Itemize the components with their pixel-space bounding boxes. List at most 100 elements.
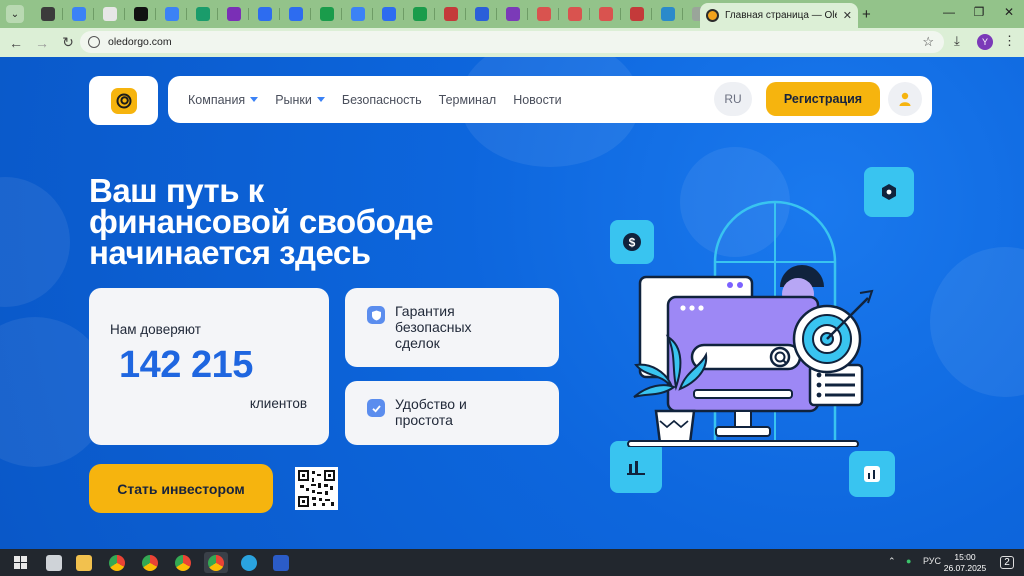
new-tab-button[interactable]: +	[862, 6, 871, 23]
forward-button[interactable]: →	[32, 35, 52, 51]
browser-tab[interactable]	[404, 0, 435, 28]
telegram-button[interactable]	[237, 552, 261, 573]
tab-favicon-icon	[598, 7, 613, 21]
tab-favicon-icon	[443, 7, 458, 21]
tab-favicon-icon	[71, 7, 86, 21]
caret-down-icon	[250, 97, 259, 102]
feature-text-line: простота	[395, 412, 453, 428]
feature-text-line: Удобство и	[395, 396, 467, 412]
file-explorer-button[interactable]	[72, 552, 96, 573]
back-button[interactable]: ←	[6, 35, 26, 51]
bookmark-star-icon[interactable]: ☆	[922, 34, 934, 50]
web-page: Компания Рынки Безопасность Терминал Нов…	[0, 57, 1024, 549]
hero-illustration	[627, 200, 874, 447]
tray-chevron-icon[interactable]: ⌃	[888, 556, 896, 567]
site-logo[interactable]	[89, 76, 158, 125]
tab-favicon-icon	[474, 7, 489, 21]
browser-tab[interactable]	[125, 0, 156, 28]
active-tab[interactable]: Главная страница — Oledorgo ✕	[700, 3, 858, 28]
tab-favicon-icon	[319, 7, 334, 21]
close-window-button[interactable]: ✕	[1000, 5, 1018, 19]
pinned-tabs	[32, 0, 714, 28]
reload-button[interactable]: ↻	[58, 34, 78, 51]
nav-markets[interactable]: Рынки	[275, 93, 325, 107]
tab-favicon-icon	[257, 7, 272, 21]
tray-app-icon[interactable]: ●	[906, 556, 911, 566]
tab-favicon-icon	[629, 7, 644, 21]
chevron-down-icon: ⌄	[10, 8, 20, 20]
hero-title: Ваш путь к финансовой свободе начинается…	[89, 174, 569, 269]
tab-favicon-icon	[288, 7, 303, 21]
search-app-icon	[46, 554, 62, 571]
stats-tile	[849, 451, 895, 497]
nav-news[interactable]: Новости	[513, 93, 561, 107]
browser-tab[interactable]	[94, 0, 125, 28]
user-account-button[interactable]	[888, 82, 922, 116]
tab-search-button[interactable]: ⌄	[6, 5, 24, 23]
feature-text: Гарантия безопасных сделок	[395, 303, 472, 351]
feature-card-safety: Гарантия безопасных сделок	[345, 288, 559, 367]
download-icon[interactable]: ⤓	[954, 33, 960, 49]
browser-tab[interactable]	[590, 0, 621, 28]
browser-tab[interactable]	[435, 0, 466, 28]
nav-security[interactable]: Безопасность	[342, 93, 422, 107]
notifications-button[interactable]: 2	[995, 552, 1019, 573]
profile-avatar[interactable]: Y	[977, 34, 993, 50]
windows-taskbar: ⌃ ● РУС 15:00 26.07.2025 2	[0, 549, 1024, 576]
input-language[interactable]: РУС	[923, 556, 941, 566]
browser-tab[interactable]	[218, 0, 249, 28]
word-button[interactable]	[269, 552, 293, 573]
system-clock[interactable]: 15:00 26.07.2025	[940, 552, 990, 574]
nav-terminal[interactable]: Терминал	[439, 93, 497, 107]
site-info-icon[interactable]	[88, 36, 100, 48]
browser-tab[interactable]	[652, 0, 683, 28]
feature-text: Удобство и простота	[395, 396, 467, 428]
browser-tab[interactable]	[32, 0, 63, 28]
tab-favicon-icon	[567, 7, 582, 21]
chrome-window-1[interactable]	[105, 552, 129, 573]
chrome-window-3[interactable]	[171, 552, 195, 573]
hero-title-line: финансовой свободе	[89, 203, 434, 240]
browser-tab[interactable]	[280, 0, 311, 28]
logo-icon	[110, 87, 137, 114]
qr-code[interactable]	[295, 467, 338, 510]
address-bar[interactable]: oledorgo.com ☆	[80, 31, 944, 53]
tab-favicon-icon	[536, 7, 551, 21]
browser-tab[interactable]	[497, 0, 528, 28]
browser-tab[interactable]	[373, 0, 404, 28]
minimize-button[interactable]: —	[940, 5, 958, 19]
url-text: oledorgo.com	[108, 36, 172, 48]
close-tab-icon[interactable]: ✕	[843, 9, 852, 22]
browser-tab[interactable]	[466, 0, 497, 28]
language-switcher[interactable]: RU	[714, 82, 752, 116]
browser-tab[interactable]	[621, 0, 652, 28]
client-unit: клиентов	[249, 396, 307, 411]
feature-card-ease: Удобство и простота	[345, 381, 559, 445]
browser-tab[interactable]	[342, 0, 373, 28]
chrome-icon	[175, 554, 191, 571]
become-investor-button[interactable]: Стать инвестором	[89, 464, 273, 513]
hexagon-icon	[882, 184, 896, 200]
tab-favicon-icon	[40, 7, 55, 21]
browser-tab[interactable]	[156, 0, 187, 28]
search-taskbar-button[interactable]	[42, 552, 66, 573]
browser-tab[interactable]	[311, 0, 342, 28]
browser-tab[interactable]	[187, 0, 218, 28]
clock-time: 15:00	[954, 552, 976, 562]
maximize-button[interactable]: ❐	[970, 5, 988, 19]
browser-tab-bar: ⌄ Главная страница — Oledorgo ✕ + — ❐ ✕	[0, 0, 1024, 28]
tab-favicon-icon	[505, 7, 520, 21]
tab-favicon-icon	[102, 7, 117, 21]
stats-icon	[864, 466, 880, 482]
chrome-window-2[interactable]	[138, 552, 162, 573]
browser-tab[interactable]	[249, 0, 280, 28]
chrome-window-active[interactable]	[204, 552, 228, 573]
nav-company[interactable]: Компания	[188, 93, 259, 107]
menu-icon[interactable]: ⋮	[1003, 33, 1016, 49]
feature-text-line: безопасных	[395, 319, 472, 335]
browser-tab[interactable]	[528, 0, 559, 28]
start-button[interactable]	[8, 552, 32, 573]
register-button[interactable]: Регистрация	[766, 82, 880, 116]
browser-tab[interactable]	[63, 0, 94, 28]
browser-tab[interactable]	[559, 0, 590, 28]
